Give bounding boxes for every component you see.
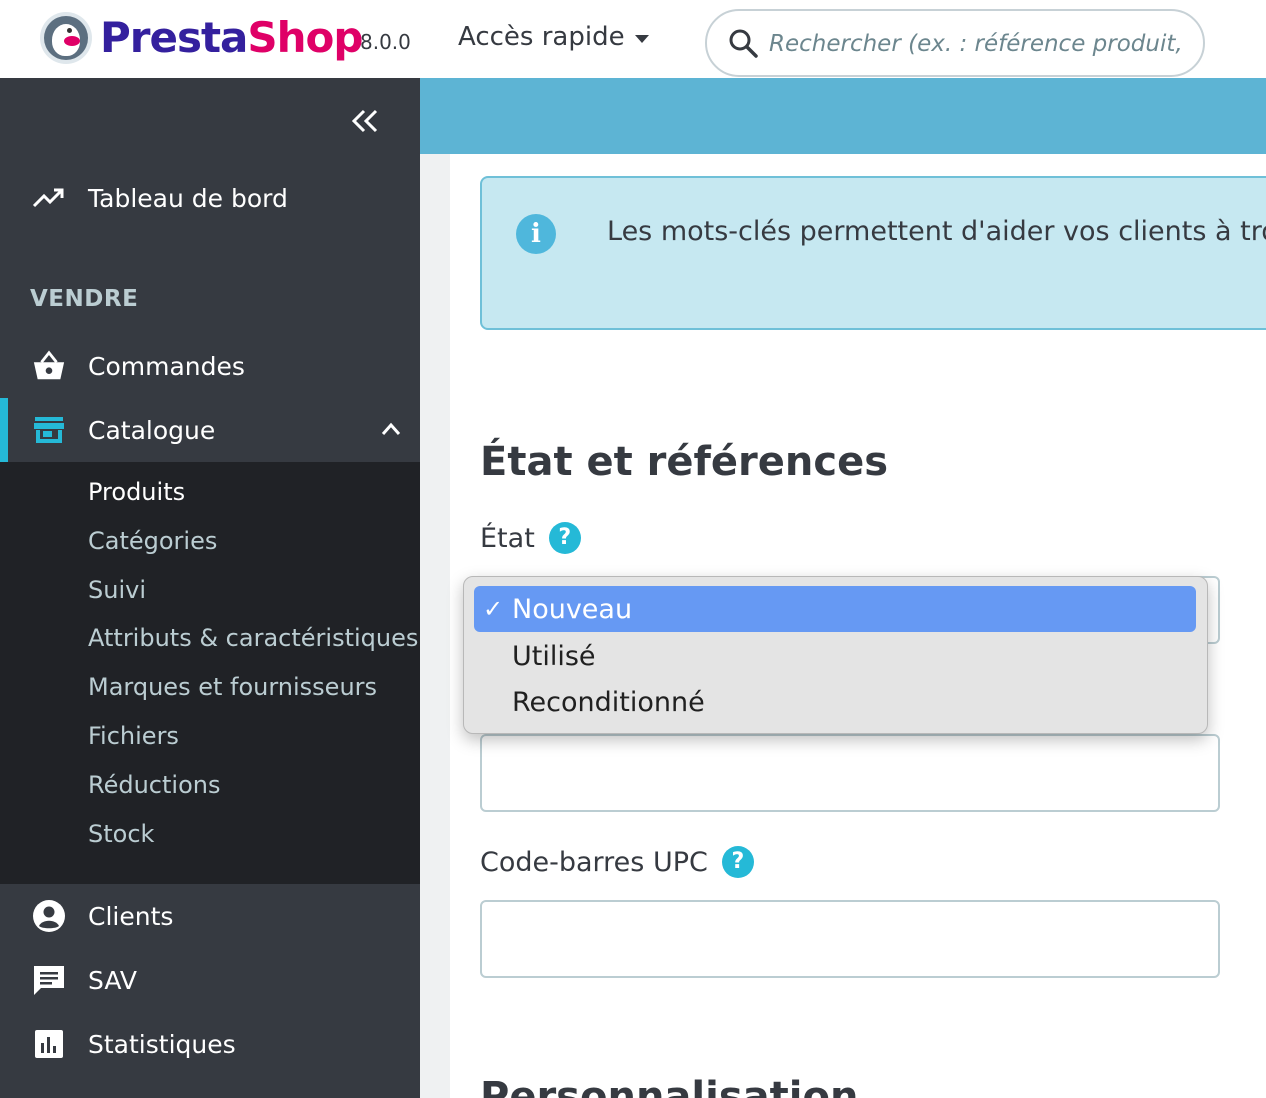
- sidebar-item-label: Catalogue: [88, 415, 216, 445]
- page-header-band: [420, 78, 1266, 154]
- sidebar-item-label: Clients: [88, 901, 174, 931]
- option-label: Nouveau: [512, 593, 633, 625]
- search-bar[interactable]: [705, 9, 1205, 77]
- chevron-up-icon[interactable]: [380, 420, 402, 438]
- trending-up-icon: [32, 181, 66, 215]
- submenu-item-monitoring[interactable]: Suivi: [88, 576, 146, 604]
- active-indicator: [0, 398, 8, 462]
- store-icon: [32, 413, 66, 447]
- sidebar-item-label: Tableau de bord: [88, 183, 288, 213]
- logo-word-presta: Presta: [100, 13, 248, 62]
- sidebar-item-support[interactable]: SAV: [0, 948, 420, 1012]
- shopping-basket-icon: [32, 349, 66, 383]
- top-header: PrestaShop 8.0.0 Accès rapide: [0, 0, 1266, 78]
- version-label: 8.0.0: [360, 30, 411, 54]
- sidebar-item-label: Statistiques: [88, 1029, 236, 1059]
- quick-access-label: Accès rapide: [458, 22, 625, 52]
- help-icon[interactable]: ?: [721, 846, 754, 878]
- sidebar-item-stats[interactable]: Statistiques: [0, 1012, 420, 1076]
- penguin-logo-icon: [40, 12, 92, 64]
- reference-input[interactable]: [480, 734, 1220, 812]
- chat-icon: [32, 963, 66, 997]
- submenu-item-files[interactable]: Fichiers: [88, 722, 179, 750]
- submenu-item-attributes[interactable]: Attributs & caractéristiques: [88, 624, 418, 652]
- sidebar-item-dashboard[interactable]: Tableau de bord: [0, 166, 420, 230]
- dropdown-option-refurbished[interactable]: Reconditionné: [474, 679, 1196, 725]
- quick-access-menu[interactable]: Accès rapide: [458, 22, 649, 52]
- next-section-title: Personnalisation: [480, 1074, 859, 1098]
- state-label: État ?: [480, 522, 581, 554]
- prestashop-logo[interactable]: PrestaShop: [40, 12, 363, 64]
- info-alert: i Les mots-clés permettent d'aider vos c…: [480, 176, 1266, 330]
- option-label: Reconditionné: [512, 686, 705, 718]
- caret-down-icon: [634, 35, 649, 43]
- sidebar: Tableau de bord VENDRE Commandes Catalog…: [0, 78, 420, 1098]
- submenu-item-discounts[interactable]: Réductions: [88, 771, 220, 799]
- sidebar-item-orders[interactable]: Commandes: [0, 334, 420, 398]
- help-icon[interactable]: ?: [548, 522, 581, 554]
- sidebar-item-label: Commandes: [88, 351, 245, 381]
- logo-word-shop: Shop: [247, 13, 363, 62]
- dropdown-option-new[interactable]: ✓ Nouveau: [474, 586, 1196, 632]
- state-dropdown-menu: ✓ Nouveau Utilisé Reconditionné: [463, 576, 1208, 734]
- alert-text: Les mots-clés permettent d'aider vos cli…: [607, 216, 1266, 247]
- sidebar-item-catalog[interactable]: Catalogue: [0, 398, 420, 462]
- submenu-item-brands[interactable]: Marques et fournisseurs: [88, 673, 377, 701]
- account-circle-icon: [32, 899, 66, 933]
- logo-wordmark: PrestaShop: [100, 12, 363, 64]
- state-label-text: État: [480, 522, 535, 554]
- collapse-sidebar-icon[interactable]: [350, 108, 380, 134]
- search-icon[interactable]: [727, 27, 759, 59]
- bar-chart-icon: [32, 1027, 66, 1061]
- submenu-item-categories[interactable]: Catégories: [88, 527, 217, 555]
- upc-label: Code-barres UPC ?: [480, 846, 754, 878]
- section-title: État et références: [480, 439, 889, 485]
- sidebar-item-label: SAV: [88, 965, 137, 995]
- upc-label-text: Code-barres UPC: [480, 846, 708, 878]
- upc-input[interactable]: [480, 900, 1220, 978]
- submenu-item-products[interactable]: Produits: [88, 478, 185, 506]
- info-icon: i: [516, 214, 556, 254]
- search-input[interactable]: [769, 21, 1189, 67]
- submenu-item-stock[interactable]: Stock: [88, 820, 154, 848]
- option-label: Utilisé: [512, 640, 596, 672]
- section-title-sell: VENDRE: [30, 286, 139, 312]
- sidebar-item-customers[interactable]: Clients: [0, 884, 420, 948]
- checkmark-icon: ✓: [482, 595, 504, 623]
- catalog-submenu: Produits Catégories Suivi Attributs & ca…: [0, 462, 420, 884]
- dropdown-option-used[interactable]: Utilisé: [474, 633, 1196, 679]
